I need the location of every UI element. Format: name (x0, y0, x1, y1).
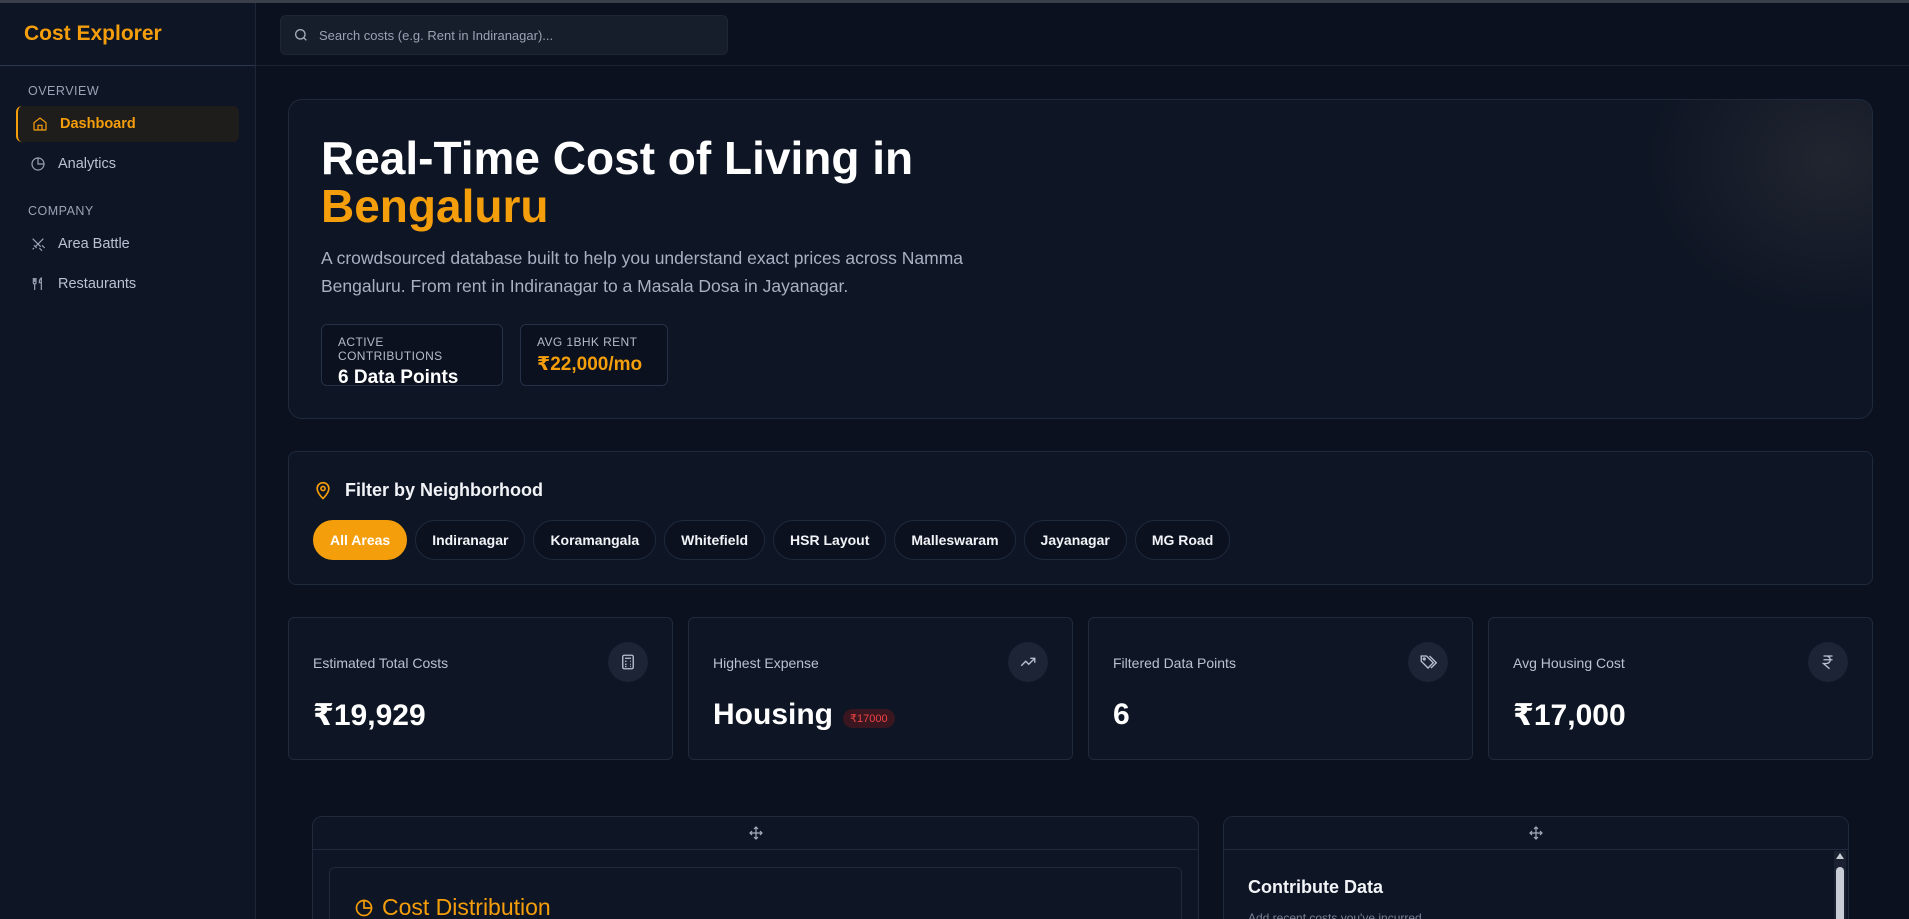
nav-section-overview: OVERVIEW (28, 84, 100, 98)
chip-koramangala[interactable]: Koramangala (533, 520, 657, 560)
sidebar-item-restaurants[interactable]: Restaurants (16, 266, 239, 302)
avg-rent-stat: Avg 1BHK Rent ₹22,000/mo (520, 324, 668, 386)
stat-label: Active Contributions (338, 335, 443, 363)
hero-title: Real-Time Cost of Living in Bengaluru (321, 134, 913, 230)
sidebar-item-dashboard[interactable]: Dashboard (16, 106, 239, 142)
metric-card-avg-housing: Avg Housing Cost ₹17,000 (1488, 617, 1873, 760)
sidebar-item-label: Area Battle (58, 236, 130, 252)
cost-distribution-title: Cost Distribution (382, 894, 551, 919)
topbar (256, 3, 1909, 66)
metric-label: Highest Expense (713, 655, 819, 671)
hero-title-city: Bengaluru (321, 180, 549, 232)
home-icon (33, 117, 47, 131)
chip-jayanagar[interactable]: Jayanagar (1023, 520, 1127, 560)
metric-value: Housing ₹17000 (713, 698, 895, 732)
sidebar-item-label: Restaurants (58, 276, 137, 292)
metric-value: ₹19,929 (313, 698, 426, 733)
chip-mg-road[interactable]: MG Road (1134, 520, 1231, 560)
chip-indiranagar[interactable]: Indiranagar (415, 520, 526, 560)
chip-hsr-layout[interactable]: HSR Layout (773, 520, 887, 560)
brand-title[interactable]: Cost Explorer (0, 3, 255, 66)
sidebar-item-analytics[interactable]: Analytics (16, 146, 239, 182)
metric-value-text: ₹19,929 (313, 699, 426, 732)
active-contributions-stat: Active Contributions 6 Data Points (321, 324, 503, 388)
drag-handle[interactable] (313, 817, 1198, 850)
metric-value-text: 6 (1113, 698, 1130, 731)
metric-label: Avg Housing Cost (1513, 655, 1625, 671)
sidebar-item-area-battle[interactable]: Area Battle (16, 226, 239, 262)
filter-heading: Filter by Neighborhood (313, 480, 543, 501)
metric-value-text: Housing (713, 698, 833, 731)
sidebar: Cost Explorer OVERVIEW Dashboard Analyti… (0, 3, 256, 919)
metric-card-total-costs: Estimated Total Costs ₹19,929 (288, 617, 673, 760)
contribute-panel: Contribute Data Add recent costs you've … (1223, 816, 1849, 919)
map-pin-icon (316, 481, 330, 500)
cost-distribution-heading: Cost Distribution (354, 894, 551, 919)
metric-card-filtered-points: Filtered Data Points 6 (1088, 617, 1473, 760)
metric-label: Filtered Data Points (1113, 655, 1236, 671)
move-icon (748, 826, 763, 840)
neighborhood-filter: Filter by Neighborhood All Areas Indiran… (288, 451, 1873, 585)
crossed-swords-icon (32, 238, 46, 252)
metric-label: Estimated Total Costs (313, 655, 449, 671)
cost-distribution-card: Cost Distribution (329, 867, 1182, 919)
scrollbar-thumb[interactable] (1836, 867, 1844, 919)
metric-card-highest-expense: Highest Expense Housing ₹17000 (688, 617, 1073, 760)
cost-distribution-panel: Cost Distribution (312, 816, 1199, 919)
sidebar-item-label: Dashboard (60, 116, 136, 132)
sidebar-item-label: Analytics (58, 156, 117, 172)
contribute-subtitle: Add recent costs you've incurred. (1248, 911, 1426, 919)
neighborhood-chips: All Areas Indiranagar Koramangala Whitef… (313, 520, 1231, 560)
chip-malleswaram[interactable]: Malleswaram (894, 520, 1016, 560)
chip-whitefield[interactable]: Whitefield (664, 520, 766, 560)
drag-handle[interactable] (1224, 817, 1848, 850)
trending-up-icon (1008, 642, 1048, 682)
search-icon (295, 29, 307, 41)
pie-chart-icon (355, 899, 373, 916)
search-input[interactable] (319, 27, 719, 43)
chip-all-areas[interactable]: All Areas (313, 520, 408, 560)
scroll-up-arrow-icon[interactable] (1836, 853, 1844, 859)
panel-scrollbar[interactable] (1834, 851, 1846, 919)
filter-title: Filter by Neighborhood (345, 480, 543, 500)
hero-description: A crowdsourced database built to help yo… (321, 248, 964, 296)
metric-value: 6 (1113, 698, 1130, 732)
rupee-icon (1808, 642, 1848, 682)
metric-value-text: ₹17,000 (1513, 699, 1626, 732)
search-box[interactable] (280, 15, 728, 55)
nav-section-company: COMPANY (28, 204, 94, 218)
contribute-title: Contribute Data (1248, 877, 1383, 897)
utensils-icon (32, 277, 42, 290)
calculator-icon (608, 642, 648, 682)
expense-badge: ₹17000 (843, 708, 895, 728)
stat-value: ₹22,000/mo (537, 354, 643, 375)
pie-chart-icon (31, 157, 45, 171)
hero-title-line: Real-Time Cost of Living in (321, 132, 914, 184)
stat-value: 6 Data Points (338, 367, 459, 388)
move-icon (1529, 826, 1543, 840)
stat-label: Avg 1BHK Rent (537, 335, 638, 349)
metric-value: ₹17,000 (1513, 698, 1626, 733)
tags-icon (1408, 642, 1448, 682)
hero-card: Real-Time Cost of Living in Bengaluru A … (288, 99, 1873, 419)
